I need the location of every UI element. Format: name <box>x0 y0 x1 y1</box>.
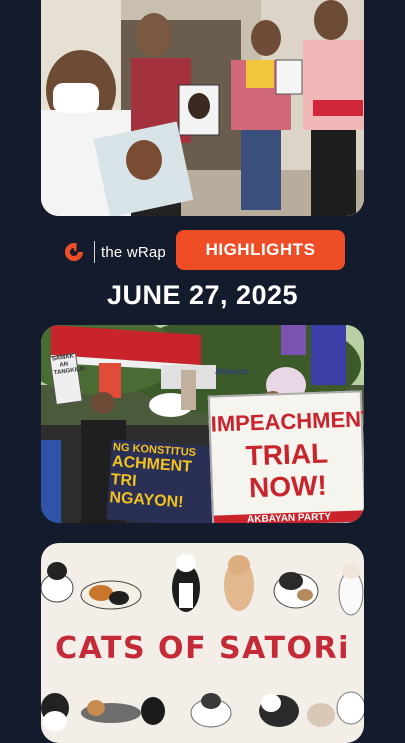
cat-3 <box>172 554 200 612</box>
brand-divider <box>94 241 95 263</box>
cat-7 <box>41 693 69 731</box>
rappler-logo-icon[interactable] <box>63 241 85 263</box>
sign-line-2: TRIAL NOW! <box>245 437 329 504</box>
cats-of-satori-title: CATS OF SATORi <box>55 631 350 666</box>
news-photo-card-1[interactable] <box>41 0 364 216</box>
news-photo-card-3[interactable]: CATS OF SATORi <box>41 543 364 743</box>
cat-4 <box>224 555 254 611</box>
highlights-button[interactable]: HIGHLIGHTS <box>176 230 345 270</box>
cat-5 <box>273 572 319 609</box>
impeachment-sign: IMPEACHMENT TRIAL NOW! AKBAYAN PARTY <box>207 390 364 523</box>
constitution-banner: NG KONSTITUS ACHMENT TRI NGAYON! <box>109 441 223 515</box>
cat-6 <box>338 563 364 616</box>
sign-line-1: IMPEACHMENT <box>210 405 364 437</box>
akbayan-sign: Akbayan <box>215 367 249 376</box>
cat-10 <box>190 693 232 728</box>
small-protest-sign: SAMAK AN TANGKILIK <box>51 353 87 377</box>
cat-2 <box>80 580 142 610</box>
sign-footer: AKBAYAN PARTY <box>213 510 364 523</box>
cat-11 <box>259 694 299 727</box>
wrap-wordmark: the wRap <box>101 243 166 261</box>
protest-photo-mothers <box>41 0 364 216</box>
news-photo-card-2[interactable]: SAMAK AN TANGKILIK Akbayan NG KONSTITUS … <box>41 325 364 523</box>
cat-1 <box>41 562 74 603</box>
cat-12 <box>307 691 364 727</box>
episode-date: JUNE 27, 2025 <box>106 280 299 310</box>
cat-9 <box>141 697 165 725</box>
brand-header: the wRap <box>63 240 166 264</box>
